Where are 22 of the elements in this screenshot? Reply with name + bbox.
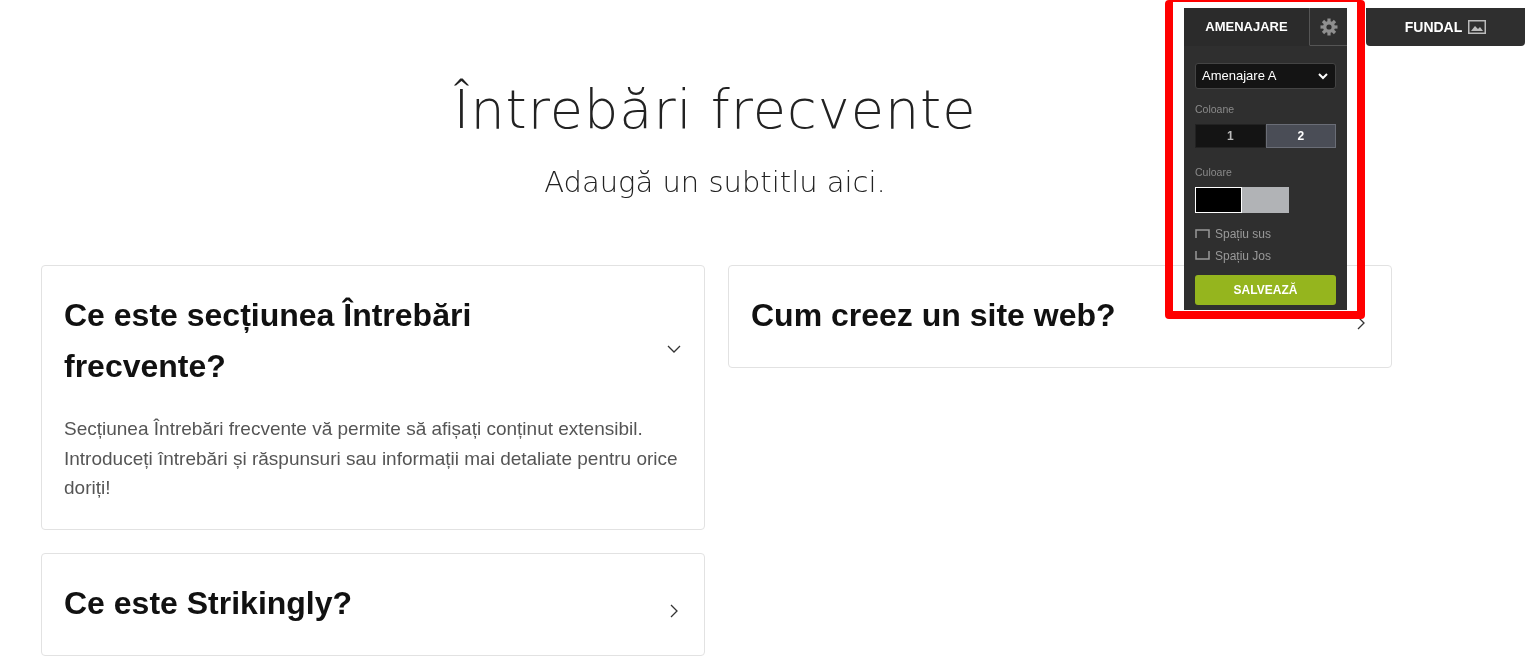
color-swatch[interactable] — [1242, 186, 1289, 213]
background-button[interactable]: FUNDAL — [1366, 8, 1525, 46]
layout-tab[interactable]: AMENAJARE — [1184, 8, 1310, 46]
image-icon — [1468, 20, 1487, 34]
faq-question[interactable]: Ce este Strikingly? — [64, 577, 353, 629]
spacing-label: Spațiu Jos — [1215, 247, 1272, 265]
color-swatch[interactable] — [1195, 186, 1242, 213]
spacing-label: Spațiu sus — [1215, 225, 1272, 243]
faq-question[interactable]: Ce este secțiunea Întrebări frecvente? — [64, 289, 624, 393]
page-subtitle: Adaugă un subtitlu aici. — [544, 164, 886, 202]
top-spacing-checkbox[interactable] — [1195, 229, 1210, 238]
field-label: Culoare — [1195, 164, 1233, 180]
column-option[interactable]: 1 — [1195, 123, 1266, 148]
page-title: Întrebări frecvente — [453, 80, 977, 140]
faq-answer: Secțiunea Întrebări frecvente vă permite să afișați conținut extensibil. Introduceți întrebări și răspunsuri sau informații mai detaliate pentru orice doriți! — [64, 417, 679, 501]
settings-icon — [1318, 16, 1339, 37]
layout-dropdown[interactable]: Amenajare A — [1195, 63, 1336, 89]
field-label: Coloane — [1195, 102, 1236, 117]
column-option[interactable]: 2 — [1265, 123, 1336, 148]
faq-question[interactable]: Cum creez un site web? — [751, 289, 1116, 342]
bottom-spacing-checkbox[interactable] — [1195, 251, 1210, 260]
chevron-down-icon — [1317, 71, 1329, 81]
